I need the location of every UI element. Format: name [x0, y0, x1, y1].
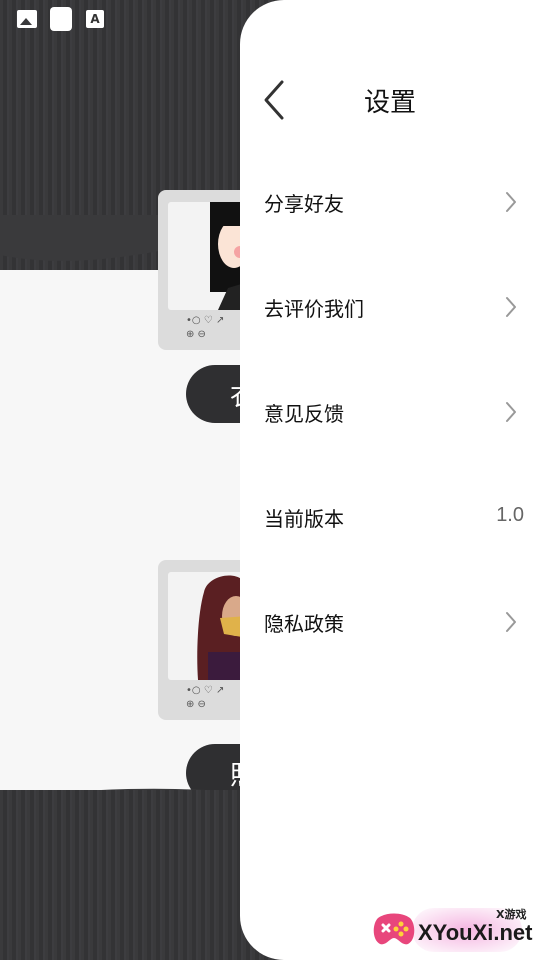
- status-bar-icons: A: [16, 7, 106, 31]
- menu-item-label: 分享好友: [264, 192, 344, 216]
- page-title: 设置: [363, 88, 416, 118]
- girl-avatar-icon: [210, 202, 248, 310]
- chevron-right-icon: [506, 402, 516, 422]
- settings-drawer: 设置 分享好友 去评价我们 意见反馈 当前版本 1.0 隐私政策: [240, 0, 540, 960]
- gamepad-logo-icon: [373, 913, 415, 945]
- font-a-icon: A: [84, 8, 106, 30]
- avatar-preview-2: [168, 572, 248, 680]
- settings-header: 设置: [240, 76, 540, 124]
- menu-item-label: 隐私政策: [264, 612, 344, 636]
- menu-item-label: 当前版本: [264, 507, 344, 531]
- watermark: X游戏 XYouXi.net: [372, 904, 540, 960]
- version-value: 1.0: [496, 504, 524, 526]
- avatar-preview-1: [168, 202, 248, 310]
- chevron-right-icon: [506, 612, 516, 632]
- chevron-right-icon: [506, 297, 516, 317]
- blank-square-icon: [50, 7, 72, 31]
- image-icon: [16, 8, 38, 30]
- menu-item-rate-us[interactable]: 去评价我们: [240, 255, 540, 360]
- menu-item-share-friends[interactable]: 分享好友: [240, 150, 540, 255]
- settings-menu: 分享好友 去评价我们 意见反馈 当前版本 1.0 隐私政策: [240, 150, 540, 675]
- menu-item-feedback[interactable]: 意见反馈: [240, 360, 540, 465]
- menu-item-label: 意见反馈: [264, 402, 344, 426]
- hooded-avatar-icon: [197, 575, 248, 680]
- card-action-icons-1: •○ ♡ ↗ ⊕ ⊖: [186, 315, 225, 340]
- menu-item-privacy-policy[interactable]: 隐私政策: [240, 570, 540, 675]
- menu-item-current-version: 当前版本 1.0: [240, 465, 540, 570]
- chevron-right-icon: [506, 192, 516, 212]
- menu-item-label: 去评价我们: [264, 297, 364, 321]
- watermark-large-text: XYouXi.net: [418, 920, 533, 945]
- card-action-icons-2: •○ ♡ ↗ ⊕ ⊖: [186, 685, 225, 710]
